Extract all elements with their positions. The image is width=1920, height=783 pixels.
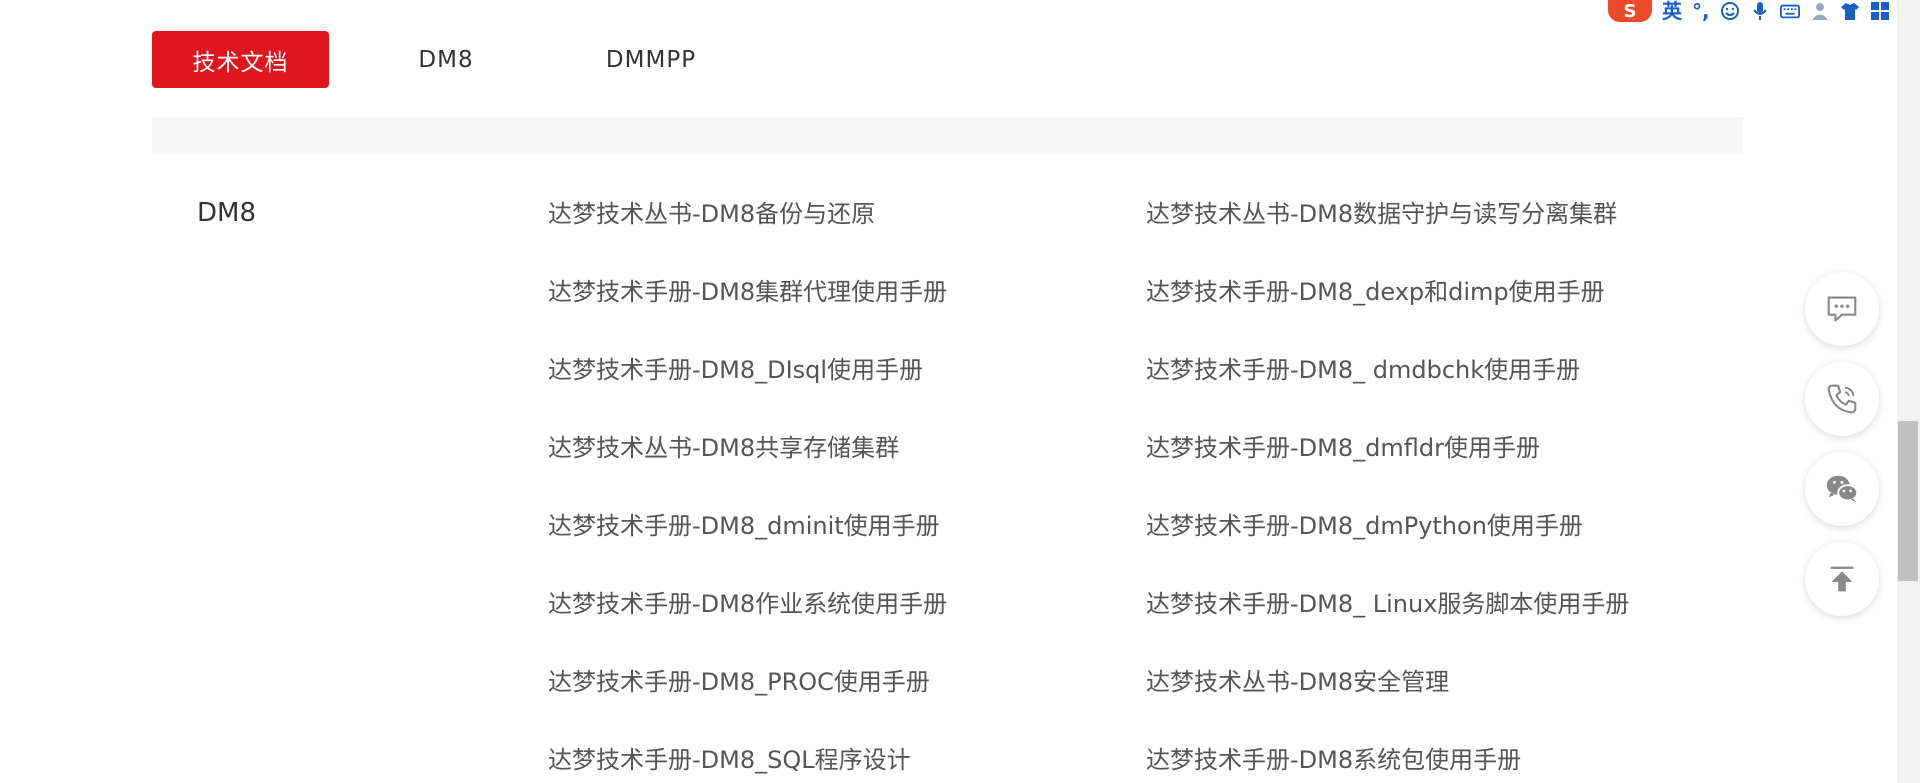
- scrollbar-track[interactable]: [1897, 0, 1920, 783]
- user-icon[interactable]: [1810, 2, 1830, 20]
- link-row: 达梦技术丛书-DM8共享存储集群 达梦技术手册-DM8_dmfldr使用手册: [548, 430, 1708, 508]
- tab-dmmpp[interactable]: DMMPP: [586, 31, 716, 88]
- tab-tech-docs[interactable]: 技术文档: [152, 31, 329, 88]
- ime-punctuation-toggle[interactable]: °,: [1692, 1, 1710, 21]
- keyboard-icon[interactable]: [1779, 2, 1800, 20]
- doc-link[interactable]: 达梦技术手册-DM8作业系统使用手册: [548, 586, 1146, 622]
- link-row: 达梦技术手册-DM8_SQL程序设计 达梦技术手册-DM8系统包使用手册: [548, 742, 1708, 783]
- doc-tab-bar: 技术文档 DM8 DMMPP: [152, 31, 716, 88]
- doc-link[interactable]: 达梦技术手册-DM8_dexp和dimp使用手册: [1146, 274, 1706, 310]
- ime-language-toggle[interactable]: 英: [1662, 1, 1682, 21]
- doc-link[interactable]: 达梦技术丛书-DM8数据守护与读写分离集群: [1146, 196, 1706, 232]
- page: S 英 °, 技术文档 DM8 DMMPP DM8 达梦技术丛书-DM8备份与还: [0, 0, 1920, 783]
- section-title: DM8: [197, 198, 256, 228]
- doc-link-list: 达梦技术丛书-DM8备份与还原 达梦技术丛书-DM8数据守护与读写分离集群 达梦…: [548, 196, 1708, 783]
- doc-link[interactable]: 达梦技术手册-DM8_dmfldr使用手册: [1146, 430, 1706, 466]
- scrollbar-thumb[interactable]: [1898, 421, 1918, 581]
- link-row: 达梦技术手册-DM8_DIsql使用手册 达梦技术手册-DM8_ dmdbchk…: [548, 352, 1708, 430]
- online-chat-button[interactable]: [1805, 272, 1879, 346]
- link-row: 达梦技术手册-DM8_PROC使用手册 达梦技术丛书-DM8安全管理: [548, 664, 1708, 742]
- microphone-icon[interactable]: [1750, 2, 1770, 20]
- doc-link[interactable]: 达梦技术手册-DM8_PROC使用手册: [548, 664, 1146, 700]
- section-divider: [152, 118, 1743, 154]
- doc-link[interactable]: 达梦技术丛书-DM8安全管理: [1146, 664, 1706, 700]
- link-row: 达梦技术手册-DM8集群代理使用手册 达梦技术手册-DM8_dexp和dimp使…: [548, 274, 1708, 352]
- back-to-top-button[interactable]: [1805, 542, 1879, 616]
- toolbox-grid-icon[interactable]: [1870, 2, 1890, 20]
- doc-link[interactable]: 达梦技术手册-DM8_ dmdbchk使用手册: [1146, 352, 1706, 388]
- phone-icon: [1827, 384, 1857, 414]
- doc-link[interactable]: 达梦技术手册-DM8_dminit使用手册: [548, 508, 1146, 544]
- ime-logo[interactable]: S: [1608, 0, 1652, 22]
- doc-link[interactable]: 达梦技术手册-DM8_DIsql使用手册: [548, 352, 1146, 388]
- tab-dm8[interactable]: DM8: [381, 31, 511, 88]
- skin-shirt-icon[interactable]: [1840, 2, 1860, 20]
- link-row: 达梦技术手册-DM8_dminit使用手册 达梦技术手册-DM8_dmPytho…: [548, 508, 1708, 586]
- doc-link[interactable]: 达梦技术手册-DM8_ Linux服务脚本使用手册: [1146, 586, 1706, 622]
- back-to-top-icon: [1830, 566, 1854, 592]
- emoji-icon[interactable]: [1720, 2, 1740, 20]
- doc-link[interactable]: 达梦技术丛书-DM8备份与还原: [548, 196, 1146, 232]
- link-row: 达梦技术手册-DM8作业系统使用手册 达梦技术手册-DM8_ Linux服务脚本…: [548, 586, 1708, 664]
- chat-bubble-icon: [1827, 296, 1857, 322]
- link-row: 达梦技术丛书-DM8备份与还原 达梦技术丛书-DM8数据守护与读写分离集群: [548, 196, 1708, 274]
- ime-toolbar: S 英 °,: [1608, 0, 1890, 22]
- phone-button[interactable]: [1805, 362, 1879, 436]
- doc-link[interactable]: 达梦技术手册-DM8_SQL程序设计: [548, 742, 1146, 778]
- wechat-button[interactable]: [1805, 452, 1879, 526]
- doc-link[interactable]: 达梦技术手册-DM8_dmPython使用手册: [1146, 508, 1706, 544]
- doc-link[interactable]: 达梦技术手册-DM8集群代理使用手册: [548, 274, 1146, 310]
- doc-link[interactable]: 达梦技术手册-DM8系统包使用手册: [1146, 742, 1706, 778]
- doc-link[interactable]: 达梦技术丛书-DM8共享存储集群: [548, 430, 1146, 466]
- wechat-icon: [1826, 475, 1859, 503]
